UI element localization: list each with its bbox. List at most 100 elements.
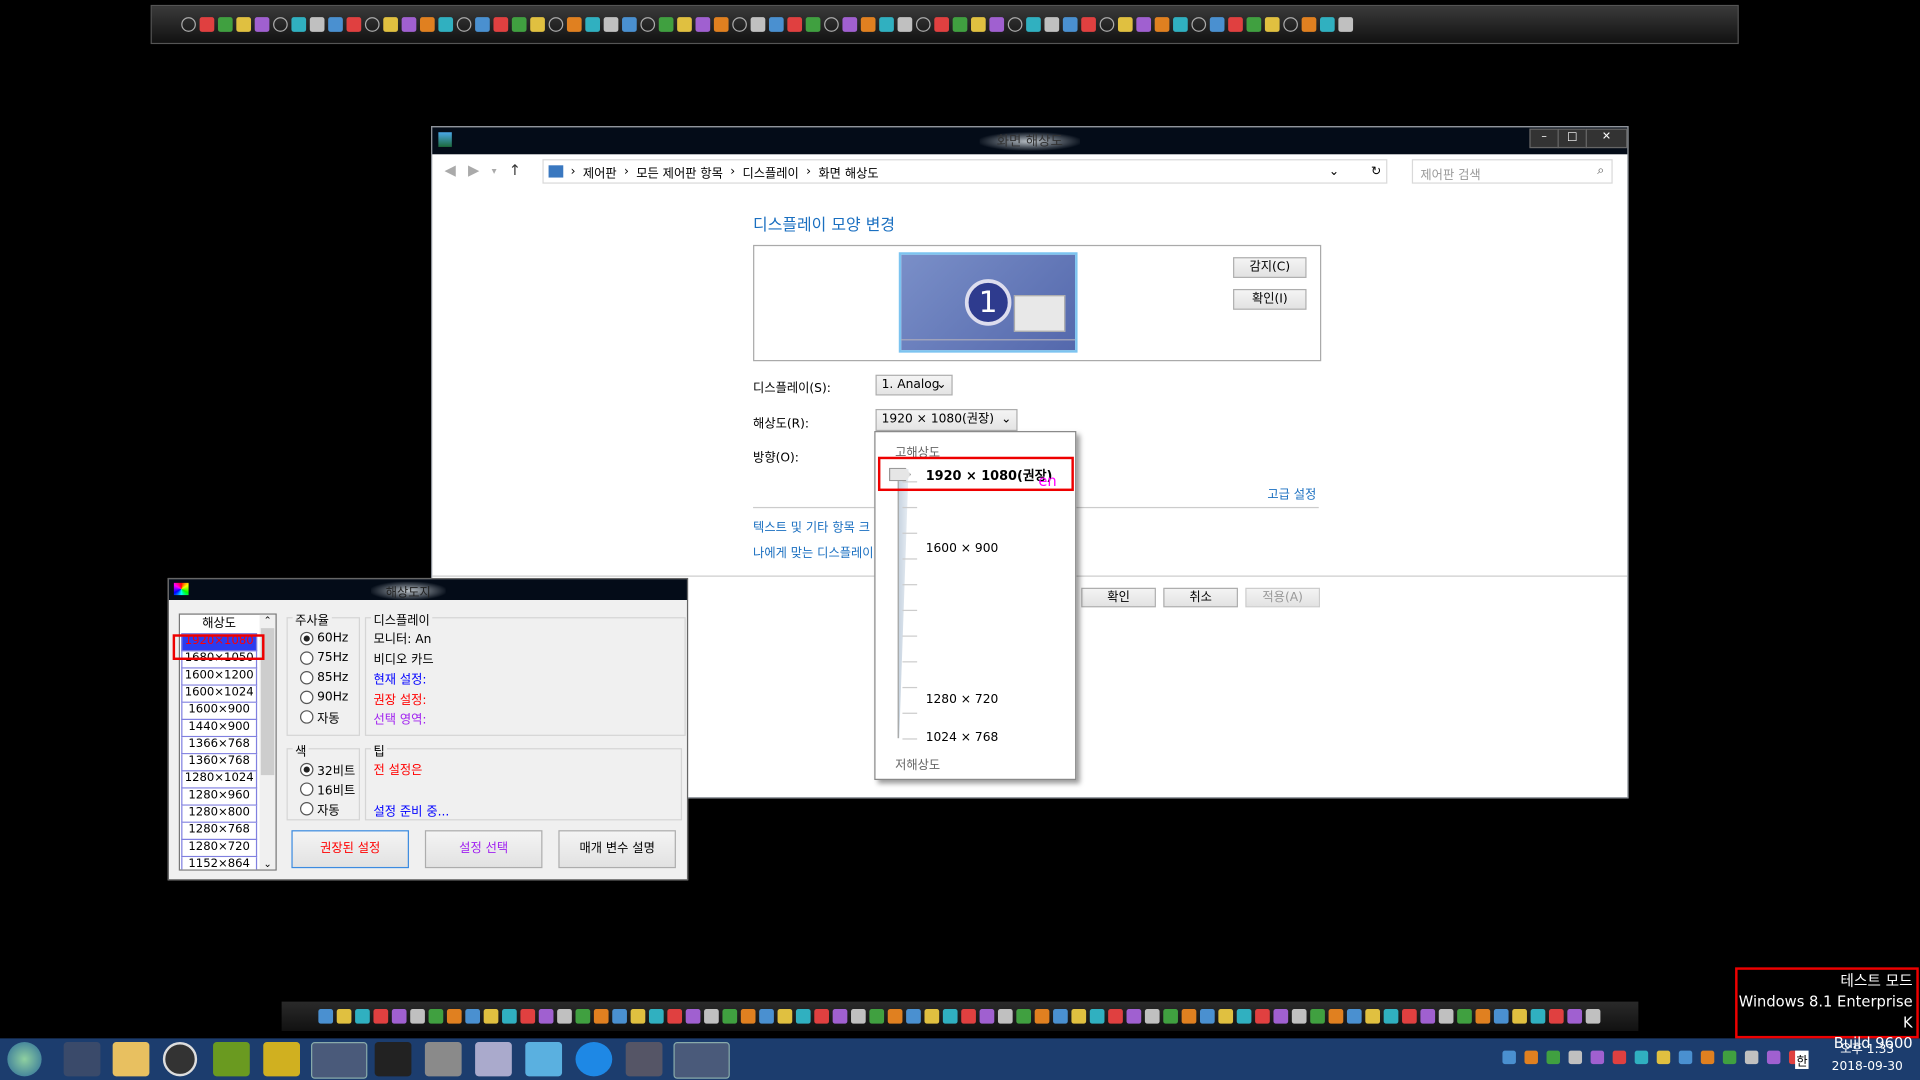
quicklaunch-app-icon[interactable] xyxy=(530,17,545,32)
recommended-settings-button[interactable]: 권장된 설정 xyxy=(291,830,409,869)
dock-app-icon[interactable] xyxy=(1402,1008,1417,1024)
address-bar[interactable]: › 제어판 › 모든 제어판 항목 › 디스플레이 › 화면 해상도 ⌄ ↻ xyxy=(542,159,1388,184)
quicklaunch-app-icon[interactable] xyxy=(181,17,196,32)
resolution-list-item[interactable]: 1366×768 xyxy=(181,737,258,755)
dock-app-icon[interactable] xyxy=(483,1008,499,1024)
radio-option[interactable]: 자동 xyxy=(300,707,359,727)
maximize-button[interactable]: □ xyxy=(1557,128,1587,149)
taskbar-app-icon[interactable] xyxy=(263,1042,301,1077)
quicklaunch-app-icon[interactable] xyxy=(915,17,931,32)
quicklaunch-app-icon[interactable] xyxy=(897,17,913,32)
dock-app-icon[interactable] xyxy=(391,1008,407,1024)
resolution-list-item[interactable]: 1280×960 xyxy=(181,788,258,806)
quicklaunch-app-icon[interactable] xyxy=(1062,17,1078,32)
ok-button[interactable]: 확인 xyxy=(1081,587,1156,608)
dock-app-icon[interactable] xyxy=(1071,1008,1087,1024)
resolution-list-item[interactable]: 1152×864 xyxy=(181,857,258,870)
radio-option[interactable]: 32비트 xyxy=(300,759,359,779)
radio-icon[interactable] xyxy=(300,670,314,684)
taskbar-app-icon[interactable] xyxy=(213,1042,250,1077)
dock-app-icon[interactable] xyxy=(1346,1008,1362,1024)
quicklaunch-app-icon[interactable] xyxy=(1136,17,1152,32)
dock-app-icon[interactable] xyxy=(1236,1008,1252,1024)
dock-app-icon[interactable] xyxy=(1273,1008,1289,1024)
dock-app-icon[interactable] xyxy=(1310,1008,1325,1024)
radio-icon[interactable] xyxy=(300,762,314,776)
breadcrumb-item[interactable]: 화면 해상도 xyxy=(818,162,878,180)
resolution-list-item[interactable]: 1360×768 xyxy=(181,754,258,772)
quicklaunch-app-icon[interactable] xyxy=(750,17,766,32)
quicklaunch-app-icon[interactable] xyxy=(1154,17,1170,32)
radio-icon[interactable] xyxy=(300,709,314,724)
quicklaunch-app-icon[interactable] xyxy=(695,17,711,32)
breadcrumb-item[interactable]: 모든 제어판 항목 xyxy=(636,162,723,180)
dock-app-icon[interactable] xyxy=(1181,1008,1197,1024)
forward-icon[interactable]: ▶ xyxy=(468,162,479,182)
dock-app-icon[interactable] xyxy=(428,1008,444,1024)
quicklaunch-app-icon[interactable] xyxy=(328,17,343,32)
taskbar-app-icon[interactable] xyxy=(374,1042,412,1077)
quicklaunch-app-icon[interactable] xyxy=(787,17,803,32)
dock-app-icon[interactable] xyxy=(410,1008,425,1024)
tray-icon[interactable] xyxy=(1612,1050,1627,1065)
dock-app-icon[interactable] xyxy=(465,1008,481,1024)
radio-icon[interactable] xyxy=(300,631,314,645)
dock-app-icon[interactable] xyxy=(887,1008,903,1024)
dock-app-icon[interactable] xyxy=(1530,1008,1546,1024)
detect-button[interactable]: 감지(C) xyxy=(1233,257,1307,278)
tray-icon[interactable] xyxy=(1590,1050,1605,1065)
radio-icon[interactable] xyxy=(300,650,314,665)
title-bar[interactable]: 화면 해상도 – □ ✕ xyxy=(432,127,1628,155)
quicklaunch-app-icon[interactable] xyxy=(420,17,435,32)
dock-app-icon[interactable] xyxy=(336,1008,352,1024)
dock-app-icon[interactable] xyxy=(869,1008,885,1024)
resolution-select[interactable]: 1920 × 1080(권장) ⌄ xyxy=(875,408,1018,432)
dock-app-icon[interactable] xyxy=(722,1008,738,1024)
quicklaunch-app-icon[interactable] xyxy=(603,17,619,32)
dock-app-icon[interactable] xyxy=(1567,1008,1583,1024)
resolution-tick-label[interactable]: 1280 × 720 xyxy=(926,693,999,706)
quicklaunch-app-icon[interactable] xyxy=(1173,17,1188,32)
quicklaunch-app-icon[interactable] xyxy=(713,17,729,32)
quicklaunch-app-icon[interactable] xyxy=(199,17,215,32)
dock-app-icon[interactable] xyxy=(373,1008,389,1024)
resolution-list-item[interactable]: 1600×900 xyxy=(181,702,258,721)
dock-app-icon[interactable] xyxy=(942,1008,958,1024)
quicklaunch-app-icon[interactable] xyxy=(236,17,252,32)
taskbar-app-icon[interactable] xyxy=(63,1042,101,1077)
resolution-tick-label[interactable]: 1600 × 900 xyxy=(926,542,999,555)
quicklaunch-app-icon[interactable] xyxy=(1228,17,1243,32)
quicklaunch-app-icon[interactable] xyxy=(364,17,380,32)
dock-app-icon[interactable] xyxy=(997,1008,1013,1024)
tray-icon[interactable] xyxy=(1568,1050,1583,1065)
quicklaunch-app-icon[interactable] xyxy=(566,17,582,32)
advanced-settings-link[interactable]: 고급 설정 xyxy=(1267,484,1316,502)
quicklaunch-app-icon[interactable] xyxy=(971,17,986,32)
quicklaunch-app-icon[interactable] xyxy=(1044,17,1060,32)
which-display-link[interactable]: 나에게 맞는 디스플레이 xyxy=(753,542,873,560)
dock-app-icon[interactable] xyxy=(1585,1008,1601,1024)
back-icon[interactable]: ◀ xyxy=(444,162,455,182)
quicklaunch-app-icon[interactable] xyxy=(585,17,601,32)
tool-title-bar[interactable]: 해상도지 xyxy=(168,579,687,601)
dock-app-icon[interactable] xyxy=(355,1008,370,1024)
quicklaunch-app-icon[interactable] xyxy=(952,17,968,32)
dock-app-icon[interactable] xyxy=(795,1008,811,1024)
quicklaunch-app-icon[interactable] xyxy=(879,17,894,32)
quicklaunch-app-icon[interactable] xyxy=(1026,17,1041,32)
resolution-list-item[interactable]: 1600×1200 xyxy=(181,668,258,686)
taskbar-app-icon[interactable] xyxy=(424,1042,462,1077)
tray-icon[interactable] xyxy=(1546,1050,1561,1065)
radio-option[interactable]: 75Hz xyxy=(300,648,359,668)
dock-app-icon[interactable] xyxy=(612,1008,627,1024)
dock-app-icon[interactable] xyxy=(538,1008,554,1024)
monitor-1-tile[interactable]: 1 xyxy=(898,252,1078,353)
radio-option[interactable]: 85Hz xyxy=(300,667,359,687)
quicklaunch-app-icon[interactable] xyxy=(475,17,490,32)
apply-button[interactable]: 적용(A) xyxy=(1245,587,1321,608)
dock-app-icon[interactable] xyxy=(1126,1008,1142,1024)
quicklaunch-app-icon[interactable] xyxy=(1246,17,1262,32)
parameter-help-button[interactable]: 매개 변수 설명 xyxy=(558,830,676,869)
dock-app-icon[interactable] xyxy=(318,1008,334,1024)
quicklaunch-app-icon[interactable] xyxy=(254,17,270,32)
